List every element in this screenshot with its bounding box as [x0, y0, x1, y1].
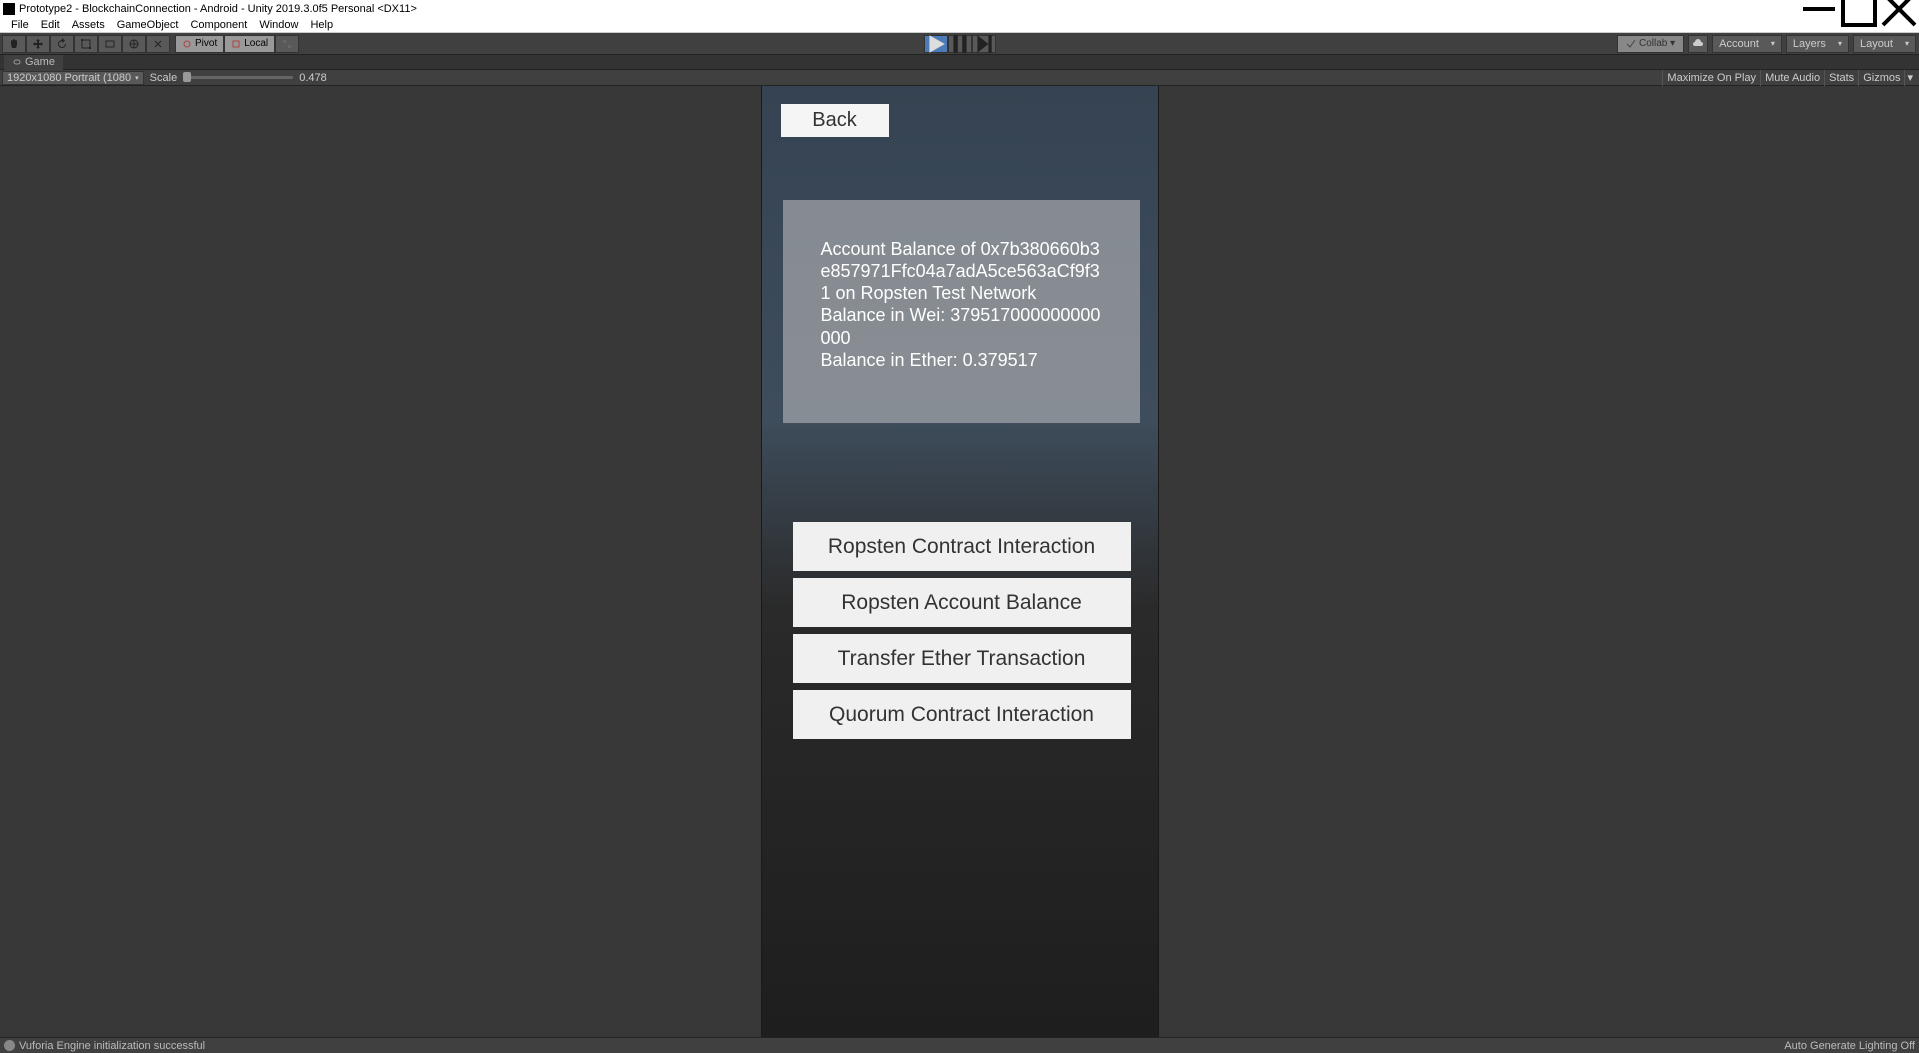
account-label: Account	[1719, 38, 1759, 50]
quorum-contract-button[interactable]: Quorum Contract Interaction	[793, 690, 1131, 739]
link-icon	[12, 58, 22, 66]
scale-label: Scale	[150, 72, 178, 84]
tab-game-label: Game	[25, 56, 55, 68]
maximize-on-play-toggle[interactable]: Maximize On Play	[1662, 70, 1760, 86]
move-tool[interactable]	[26, 35, 50, 53]
menu-window[interactable]: Window	[253, 19, 304, 31]
balance-text: Account Balance of 0x7b380660b3e857971Ff…	[821, 239, 1101, 370]
pivot-label: Pivot	[195, 38, 217, 49]
pause-button[interactable]	[948, 35, 972, 53]
balance-info-panel: Account Balance of 0x7b380660b3e857971Ff…	[783, 200, 1140, 423]
game-screen: Back Account Balance of 0x7b380660b3e857…	[761, 86, 1159, 1037]
collab-label: Collab	[1639, 38, 1667, 49]
scale-slider[interactable]	[183, 76, 293, 79]
account-dropdown[interactable]: Account	[1712, 35, 1782, 53]
scale-thumb[interactable]	[183, 72, 191, 82]
local-icon	[231, 39, 241, 49]
pivot-toggle[interactable]: Pivot	[175, 35, 224, 53]
collab-dropdown[interactable]: Collab ▾	[1617, 35, 1684, 53]
back-button[interactable]: Back	[781, 104, 889, 137]
menu-help[interactable]: Help	[304, 19, 339, 31]
rect-tool[interactable]	[98, 35, 122, 53]
layout-dropdown[interactable]: Layout	[1853, 35, 1916, 53]
layout-label: Layout	[1860, 38, 1893, 50]
lighting-status: Auto Generate Lighting Off	[1784, 1040, 1915, 1052]
check-icon	[1626, 39, 1636, 49]
game-viewport: Back Account Balance of 0x7b380660b3e857…	[0, 86, 1919, 1037]
status-message: Vuforia Engine initialization successful	[19, 1040, 205, 1052]
transfer-ether-button[interactable]: Transfer Ether Transaction	[793, 634, 1131, 683]
action-button-stack: Ropsten Contract Interaction Ropsten Acc…	[793, 522, 1131, 739]
cloud-icon	[1692, 38, 1704, 50]
window-titlebar: Prototype2 - BlockchainConnection - Andr…	[0, 0, 1919, 17]
menu-assets[interactable]: Assets	[66, 19, 111, 31]
snap-toggle[interactable]	[275, 35, 299, 53]
minimize-button[interactable]	[1799, 0, 1839, 17]
local-label: Local	[244, 38, 268, 49]
toolbar: Pivot Local Collab ▾ Account Layers Layo…	[0, 33, 1919, 55]
rotate-tool[interactable]	[50, 35, 74, 53]
local-toggle[interactable]: Local	[224, 35, 275, 53]
game-control-bar: 1920x1080 Portrait (1080 Scale 0.478 Max…	[0, 70, 1919, 86]
tab-game[interactable]: Game	[4, 55, 63, 70]
play-button[interactable]	[924, 35, 948, 53]
statusbar: Vuforia Engine initialization successful…	[0, 1037, 1919, 1053]
step-button[interactable]	[972, 35, 996, 53]
transform-tool[interactable]	[122, 35, 146, 53]
scale-tool[interactable]	[74, 35, 98, 53]
maximize-button[interactable]	[1839, 0, 1879, 17]
mute-audio-toggle[interactable]: Mute Audio	[1760, 70, 1824, 86]
cloud-button[interactable]	[1688, 35, 1708, 53]
custom-tool[interactable]	[146, 35, 170, 53]
stats-toggle[interactable]: Stats	[1824, 70, 1858, 86]
unity-icon	[3, 3, 15, 15]
hand-tool[interactable]	[2, 35, 26, 53]
ropsten-contract-button[interactable]: Ropsten Contract Interaction	[793, 522, 1131, 571]
aspect-dropdown[interactable]: 1920x1080 Portrait (1080	[2, 71, 144, 85]
menu-edit[interactable]: Edit	[35, 19, 66, 31]
gizmos-toggle[interactable]: Gizmos	[1858, 70, 1904, 86]
info-icon	[4, 1040, 15, 1051]
menu-file[interactable]: File	[5, 19, 35, 31]
menu-gameobject[interactable]: GameObject	[111, 19, 185, 31]
pivot-icon	[182, 39, 192, 49]
layers-label: Layers	[1793, 38, 1826, 50]
aspect-label: 1920x1080 Portrait (1080	[7, 72, 131, 84]
panel-tabs: Game	[0, 55, 1919, 70]
close-button[interactable]	[1879, 0, 1919, 17]
gizmos-dropdown[interactable]: ▾	[1904, 70, 1915, 86]
ropsten-balance-button[interactable]: Ropsten Account Balance	[793, 578, 1131, 627]
menubar: File Edit Assets GameObject Component Wi…	[0, 17, 1919, 33]
layers-dropdown[interactable]: Layers	[1786, 35, 1849, 53]
window-title: Prototype2 - BlockchainConnection - Andr…	[19, 3, 417, 15]
scale-value: 0.478	[299, 72, 327, 84]
menu-component[interactable]: Component	[184, 19, 253, 31]
